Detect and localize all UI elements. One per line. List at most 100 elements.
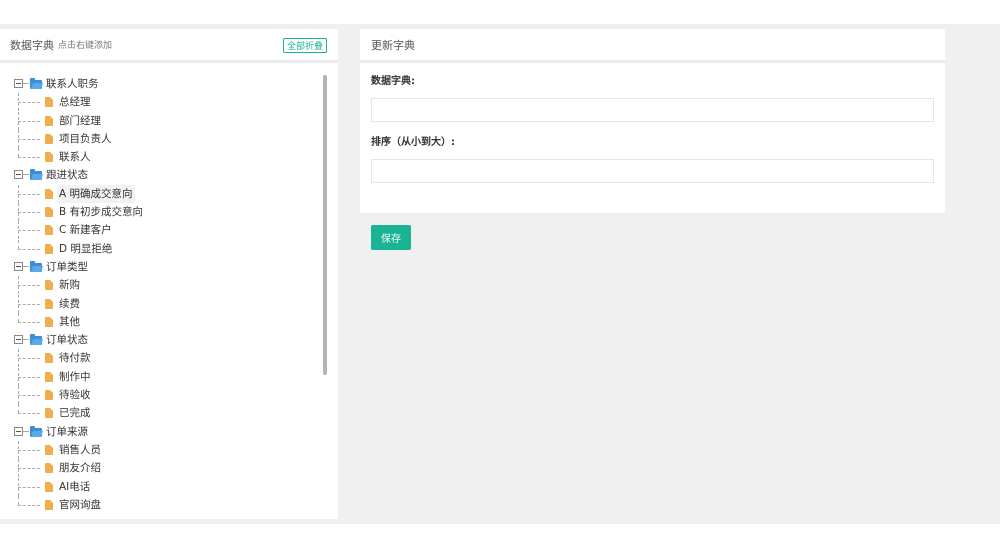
save-button[interactable]: 保存 <box>371 225 411 250</box>
tree-connector <box>23 265 29 267</box>
tree-connector <box>18 413 40 415</box>
tree-connector <box>18 285 40 287</box>
folder-open-icon <box>30 260 42 272</box>
tree-item-label: 项目负责人 <box>59 132 112 145</box>
collapse-all-button[interactable]: 全部折叠 <box>282 38 327 53</box>
update-panel-title: 更新字典 <box>371 38 415 52</box>
file-icon <box>45 280 53 291</box>
tree-item-label: 已完成 <box>59 407 91 420</box>
tree-group-label: 订单状态 <box>46 334 88 347</box>
collapse-toggle-icon[interactable] <box>14 79 23 88</box>
tree-connector <box>18 449 40 451</box>
tree-item[interactable]: 朋友介绍 <box>14 459 312 478</box>
sort-field-input[interactable] <box>371 159 934 183</box>
folder-open-icon <box>30 169 42 181</box>
tree-group[interactable]: 订单类型 <box>14 258 312 276</box>
file-icon <box>45 499 53 510</box>
tree-connector <box>18 321 40 323</box>
tree-item-label: 待付款 <box>59 352 91 365</box>
folder-open-icon <box>30 425 42 437</box>
tree-connector <box>18 239 19 249</box>
tree-connector <box>18 157 40 159</box>
tree-panel-hint: 点击右键添加 <box>58 41 113 51</box>
tree-item[interactable]: 待验收 <box>14 386 312 405</box>
tree-item-label: B 有初步成交意向 <box>59 206 144 219</box>
tree-connector <box>18 303 40 305</box>
tree-connector <box>18 504 40 506</box>
dictionary-tree: 联系人职务总经理部门经理项目负责人联系人跟进状态 A 明确成交意向 B 有初步成交意… <box>14 75 312 515</box>
tree-item-label: 总经理 <box>59 96 91 109</box>
tree-item[interactable]: AI电话 <box>14 477 312 496</box>
tree-item-label: 联系人 <box>59 151 91 164</box>
file-icon <box>45 481 53 492</box>
tree-group[interactable]: 跟进状态 <box>14 166 312 184</box>
file-icon <box>45 408 53 419</box>
tree-item[interactable]: 项目负责人 <box>14 129 312 148</box>
tree-group-label: 跟进状态 <box>46 169 88 182</box>
tree-connector <box>18 212 40 214</box>
tree-connector <box>18 148 19 158</box>
tree-item[interactable]: D 明显拒绝 <box>14 239 312 258</box>
collapse-toggle-icon[interactable] <box>14 335 23 345</box>
dictionary-field-label: 数据字典: <box>371 76 415 87</box>
tree-connector <box>18 404 19 414</box>
tree-connector <box>18 376 40 378</box>
tree-connector <box>18 358 40 360</box>
tree-item-label: AI电话 <box>59 480 91 493</box>
tree-item[interactable]: C 新建客户 <box>14 221 312 240</box>
collapse-toggle-icon[interactable] <box>14 261 23 271</box>
tree-item[interactable]: 总经理 <box>14 93 312 112</box>
tree-item-label: 续费 <box>59 297 80 310</box>
tree-group[interactable]: 订单来源 <box>14 423 312 441</box>
tree-connector <box>23 339 29 341</box>
file-icon <box>45 444 53 455</box>
tree-group[interactable]: 订单状态 <box>14 331 312 349</box>
tree-item[interactable]: 制作中 <box>14 367 312 386</box>
tree-item[interactable]: 已完成 <box>14 404 312 422</box>
tree-connector <box>23 174 29 176</box>
file-icon <box>45 390 53 401</box>
tree-group[interactable]: 联系人职务 <box>14 75 312 93</box>
tree-connector <box>18 230 40 232</box>
tree-panel-header: 数据字典 点击右键添加 全部折叠 <box>0 29 338 63</box>
file-icon <box>45 243 53 254</box>
tree-connector <box>18 395 40 397</box>
file-icon <box>45 152 53 163</box>
file-icon <box>45 188 53 199</box>
tree-item[interactable]: 其他 <box>14 312 312 331</box>
tree-item[interactable]: 联系人 <box>14 148 312 166</box>
dictionary-tree-panel: 数据字典 点击右键添加 全部折叠 联系人职务总经理部门经理项目负责人联系人跟进状… <box>0 29 338 519</box>
tree-item[interactable]: 销售人员 <box>14 440 312 459</box>
tree-item-label: 新购 <box>59 279 80 292</box>
tree-connector <box>18 120 40 122</box>
tree-item-label: 部门经理 <box>59 114 101 127</box>
tree-connector <box>18 248 40 250</box>
tree-connector <box>18 495 19 505</box>
tree-item[interactable]: 续费 <box>14 294 312 313</box>
tree-item[interactable]: 新购 <box>14 276 312 295</box>
tree-panel-title: 数据字典 <box>10 38 54 52</box>
update-form: 数据字典: 排序（从小到大）: 保存 <box>371 75 934 250</box>
tree-connector <box>18 468 40 470</box>
file-icon <box>45 371 53 382</box>
tree-item[interactable]: B 有初步成交意向 <box>14 203 312 222</box>
dictionary-field-input[interactable] <box>371 98 934 122</box>
update-panel-header: 更新字典 <box>360 29 945 63</box>
tree-item[interactable]: 待付款 <box>14 349 312 368</box>
tree-group-label: 联系人职务 <box>46 78 99 90</box>
tree-item[interactable]: 官网询盘 <box>14 495 312 514</box>
tree-item[interactable]: A 明确成交意向 <box>14 184 312 203</box>
tree-connector <box>18 486 40 488</box>
collapse-toggle-icon[interactable] <box>14 170 23 180</box>
tree-item[interactable]: 部门经理 <box>14 111 312 130</box>
folder-open-icon <box>30 334 42 346</box>
tree-scrollbar[interactable] <box>323 75 327 375</box>
tree-connector <box>18 312 19 322</box>
tree-item-label: 制作中 <box>59 370 91 383</box>
collapse-toggle-icon[interactable] <box>14 426 23 436</box>
tree-item-label: D 明显拒绝 <box>59 242 113 255</box>
tree-connector <box>23 83 29 84</box>
file-icon <box>45 115 53 126</box>
tree-connector <box>18 193 40 195</box>
tree-connector <box>18 102 40 104</box>
